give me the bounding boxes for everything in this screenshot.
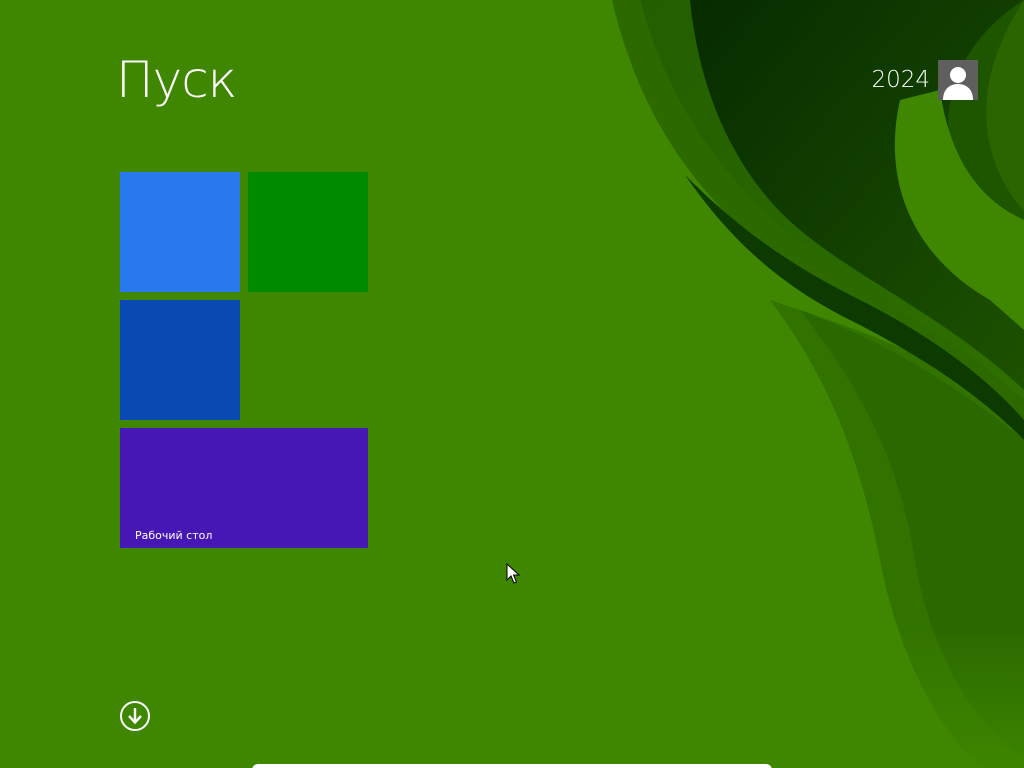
desktop-tile-label: Рабочий стол: [135, 529, 213, 542]
bottom-edge-bar: [252, 764, 772, 768]
app-tile[interactable]: [248, 172, 368, 292]
arrow-down-circle-icon: [120, 701, 150, 731]
user-avatar: [938, 60, 978, 100]
all-apps-button[interactable]: [119, 700, 151, 732]
desktop-tile[interactable]: Рабочий стол: [120, 428, 368, 548]
app-tile[interactable]: [120, 300, 240, 420]
user-name: 2024: [871, 67, 930, 93]
user-silhouette-icon: [943, 67, 973, 100]
app-tile[interactable]: [120, 172, 240, 292]
mouse-pointer-icon: [506, 563, 520, 584]
user-account-button[interactable]: 2024: [871, 60, 978, 100]
start-screen-title: Пуск: [116, 51, 237, 109]
